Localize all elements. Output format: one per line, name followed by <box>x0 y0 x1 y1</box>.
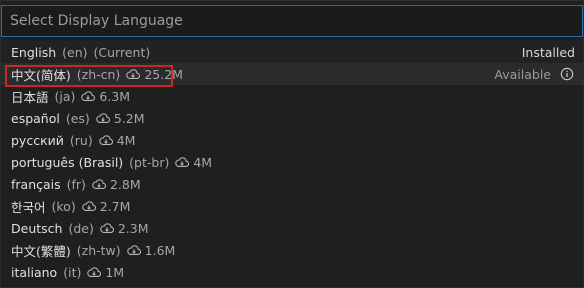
language-row-ja[interactable]: 日本語 (ja) 6.3M <box>1 85 583 107</box>
language-code: (ko) <box>51 198 76 214</box>
language-name: English <box>11 44 57 60</box>
language-row-zh-cn[interactable]: 中文(简体) (zh-cn) 25.2M Available <box>1 63 583 85</box>
download-size: 2.7M <box>99 198 131 214</box>
language-name: 中文(简体) <box>11 67 71 83</box>
language-code: (zh-cn) <box>76 66 121 82</box>
language-row-en[interactable]: English (en) (Current) Installed <box>1 41 583 63</box>
language-name: italiano <box>11 264 58 280</box>
language-code: (it) <box>63 264 82 280</box>
download-size: 4M <box>116 132 136 148</box>
cloud-download-icon <box>98 134 114 146</box>
language-code: (pt-br) <box>129 154 170 170</box>
language-row-it[interactable]: italiano (it) 1M <box>1 261 583 283</box>
download-size: 1M <box>105 264 125 280</box>
language-row-es[interactable]: español (es) 5.2M <box>1 107 583 129</box>
language-code: (zh-tw) <box>76 242 121 258</box>
language-name: português (Brasil) <box>11 154 124 170</box>
language-name: 中文(繁體) <box>11 243 71 259</box>
cloud-download-icon <box>100 222 115 234</box>
info-icon[interactable] <box>559 66 575 82</box>
status-label: Available <box>494 66 551 82</box>
language-code: (de) <box>68 220 94 236</box>
language-name: Deutsch <box>11 220 63 236</box>
download-size: 4M <box>193 154 213 170</box>
download-size: 1.6M <box>144 242 176 258</box>
language-code: (fr) <box>66 176 86 192</box>
language-row-fr[interactable]: français (fr) 2.8M <box>1 173 583 195</box>
cloud-download-icon <box>175 156 190 168</box>
current-label: (Current) <box>93 44 151 60</box>
language-row-ko[interactable]: 한국어 (ko) 2.7M <box>1 195 583 217</box>
language-code: (es) <box>65 110 90 126</box>
cloud-download-icon <box>126 244 142 256</box>
language-code: (ru) <box>69 132 93 148</box>
cloud-download-icon <box>81 200 97 212</box>
download-size: 25.2M <box>144 66 183 82</box>
language-row-zh-tw[interactable]: 中文(繁體) (zh-tw) 1.6M <box>1 239 583 261</box>
language-name: русский <box>11 132 64 148</box>
cloud-download-icon <box>81 90 96 102</box>
language-name: français <box>11 176 61 192</box>
row-status-area: Available <box>494 66 575 82</box>
row-status-area: Installed <box>522 45 575 60</box>
language-name: 한국어 <box>11 199 46 215</box>
cloud-download-icon <box>126 68 141 80</box>
cloud-download-icon <box>92 178 107 190</box>
search-input[interactable] <box>10 13 574 29</box>
language-row-ru[interactable]: русский (ru) 4M <box>1 129 583 151</box>
language-row-de[interactable]: Deutsch (de) 2.3M <box>1 217 583 239</box>
cloud-download-icon <box>87 266 102 278</box>
language-name: español <box>11 110 60 126</box>
language-picker-panel: English (en) (Current) Installed 中文(简体) … <box>0 0 584 288</box>
cloud-download-icon <box>96 112 111 124</box>
language-code: (ja) <box>54 88 76 104</box>
download-size: 5.2M <box>113 110 145 126</box>
search-box[interactable] <box>1 5 583 37</box>
download-size: 2.3M <box>117 220 149 236</box>
download-size: 2.8M <box>109 176 141 192</box>
language-name: 日本語 <box>11 89 49 105</box>
download-size: 6.3M <box>99 88 131 104</box>
language-row-pt-br[interactable]: português (Brasil) (pt-br) 4M <box>1 151 583 173</box>
status-label: Installed <box>521 44 575 60</box>
language-code: (en) <box>62 44 88 60</box>
language-list: English (en) (Current) Installed 中文(简体) … <box>1 41 583 283</box>
